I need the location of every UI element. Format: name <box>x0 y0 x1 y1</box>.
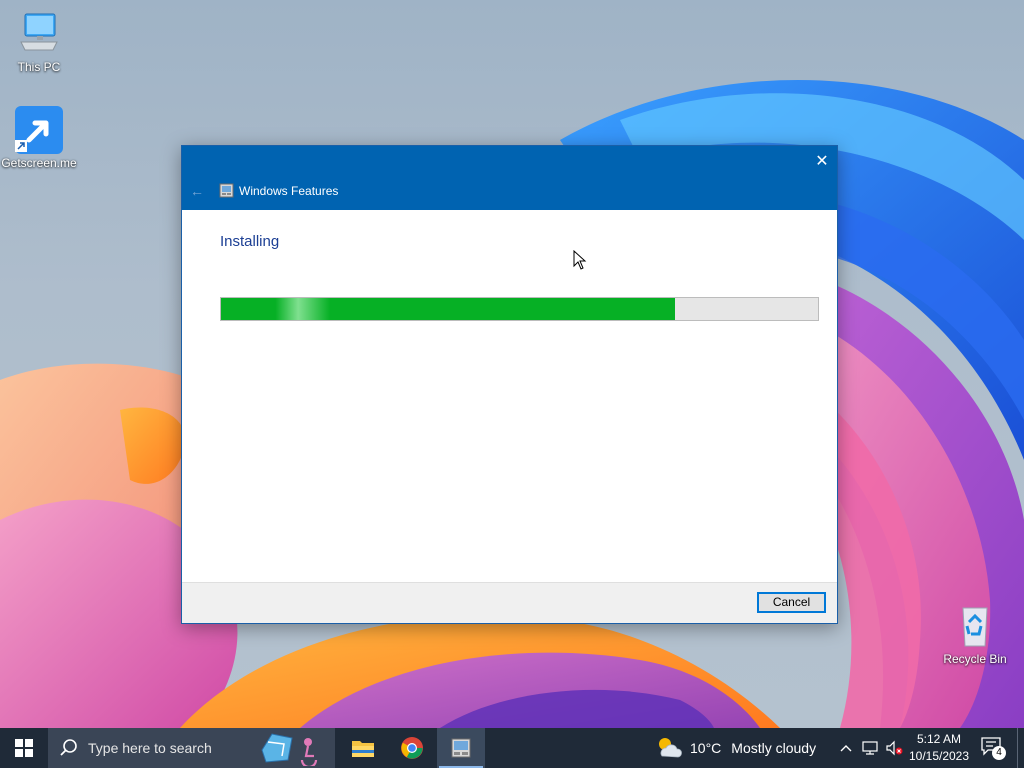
progress-fill <box>221 298 675 320</box>
chrome-icon <box>401 737 423 759</box>
desktop-icon-label: This PC <box>17 60 61 74</box>
desktop-icon-getscreen[interactable]: Getscreen.me <box>1 106 77 170</box>
show-hidden-icons-button[interactable] <box>836 738 856 758</box>
search-icon <box>60 739 77 756</box>
network-icon <box>862 741 878 755</box>
clock-time: 5:12 AM <box>916 732 962 746</box>
taskbar: Type here to search 10°C Mostly cloudy 5… <box>0 728 1024 768</box>
windows-logo-icon <box>15 739 33 757</box>
notification-count-badge: 4 <box>992 746 1006 760</box>
network-tray-button[interactable] <box>860 738 880 758</box>
show-desktop-button[interactable] <box>1017 728 1024 768</box>
install-progress-bar <box>220 297 819 321</box>
mouse-cursor-icon <box>573 250 587 270</box>
chevron-up-icon <box>840 745 852 752</box>
recycle-bin-icon <box>951 602 999 650</box>
windows-features-icon <box>451 738 471 758</box>
notification-center-button[interactable]: 4 <box>980 736 1008 760</box>
weather-widget[interactable]: 10°C Mostly cloudy <box>656 728 816 768</box>
partly-cloudy-icon <box>659 738 682 758</box>
close-button[interactable]: ✕ <box>807 146 837 176</box>
dialog-footer: Cancel <box>182 582 837 623</box>
taskbar-app-file-explorer[interactable] <box>339 728 387 768</box>
desktop-icon-label: Getscreen.me <box>1 156 77 170</box>
desktop: This PC Getscreen.me Recycle Bin ← Windo… <box>0 0 1024 728</box>
cancel-button[interactable]: Cancel <box>757 592 826 613</box>
status-heading: Installing <box>220 233 280 250</box>
dialog-title: Windows Features <box>239 184 339 198</box>
volume-muted-icon <box>886 740 903 756</box>
desktop-icon-label: Recycle Bin <box>943 652 1007 666</box>
windows-features-icon <box>219 183 234 198</box>
close-icon: ✕ <box>815 153 829 170</box>
desktop-icon-recycle-bin[interactable]: Recycle Bin <box>937 602 1013 666</box>
folder-icon <box>352 741 374 757</box>
taskbar-search-box[interactable]: Type here to search <box>48 728 335 768</box>
dialog-title-bar[interactable]: ← Windows Features ✕ <box>182 146 837 210</box>
back-arrow-icon[interactable]: ← <box>188 182 206 200</box>
volume-tray-button[interactable] <box>884 738 904 758</box>
computer-icon <box>15 10 63 58</box>
windows-features-dialog: ← Windows Features ✕ Installing Cancel <box>181 145 838 624</box>
clock-date: 10/15/2023 <box>908 749 970 763</box>
desktop-icon-this-pc[interactable]: This PC <box>1 10 77 74</box>
getscreen-arrow-icon <box>15 106 63 154</box>
start-button[interactable] <box>0 728 48 768</box>
weather-condition: Mostly cloudy <box>731 740 817 756</box>
taskbar-app-chrome[interactable] <box>388 728 436 768</box>
search-placeholder: Type here to search <box>88 740 212 756</box>
taskbar-app-windows-features[interactable] <box>437 728 485 768</box>
taskbar-clock[interactable]: 5:12 AM 10/15/2023 <box>906 731 972 765</box>
weather-temperature: 10°C <box>690 740 722 756</box>
search-highlight-icon[interactable] <box>258 730 330 766</box>
